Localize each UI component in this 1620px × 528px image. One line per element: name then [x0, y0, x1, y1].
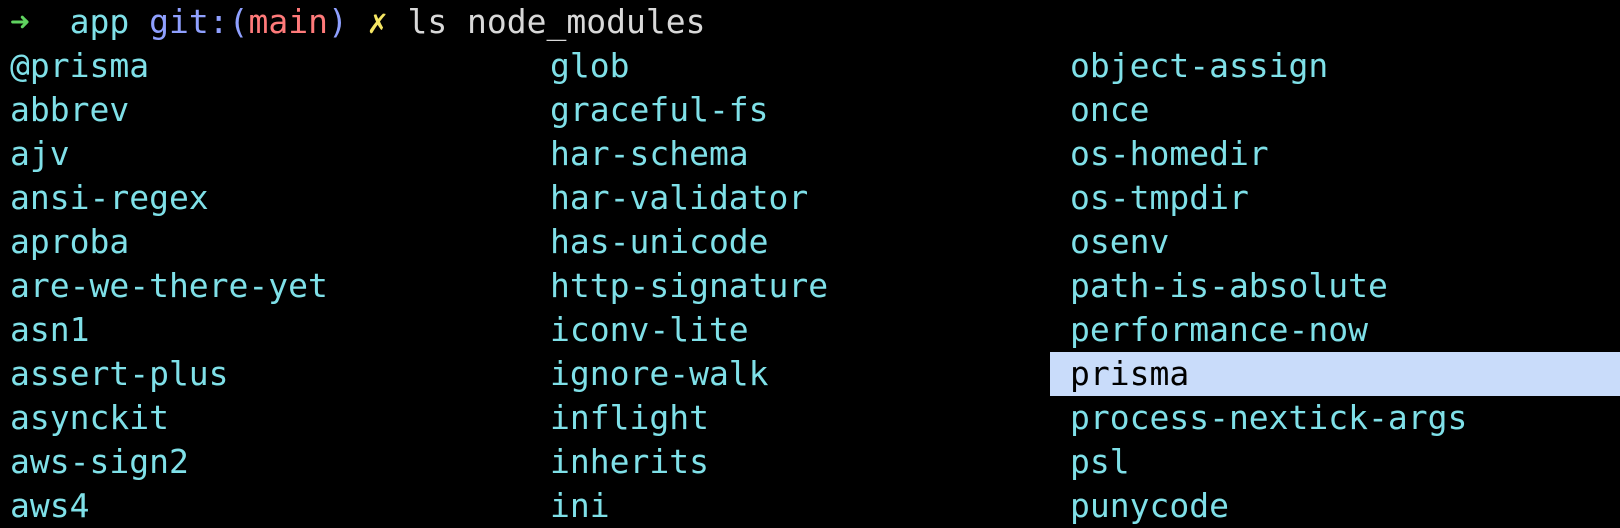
list-item: assert-plus [10, 354, 229, 393]
list-item: graceful-fs [550, 90, 769, 129]
list-item: process-nextick-args [1070, 398, 1468, 437]
list-item: osenv [1070, 222, 1170, 261]
list-item: are-we-there-yet [10, 266, 328, 305]
list-item: os-tmpdir [1070, 178, 1249, 217]
list-item: asynckit [10, 398, 169, 437]
git-label: git: [149, 2, 229, 41]
list-item: path-is-absolute [1070, 266, 1388, 305]
list-item: once [1070, 90, 1150, 129]
list-item: has-unicode [550, 222, 769, 261]
list-item: os-homedir [1070, 134, 1269, 173]
listing-column-3: object-assign once os-homedir os-tmpdir … [1050, 44, 1620, 528]
list-item: har-validator [550, 178, 809, 217]
list-item: har-schema [550, 134, 749, 173]
list-item: inherits [550, 442, 709, 481]
selected-list-item[interactable]: prisma [1050, 352, 1620, 396]
dirty-marker-icon: ✗ [367, 2, 388, 41]
list-item: inflight [550, 398, 709, 437]
list-item: abbrev [10, 90, 130, 129]
listing-column-2: glob graceful-fs har-schema har-validato… [550, 44, 828, 528]
paren-close: ) [327, 2, 348, 41]
list-item: ini [550, 486, 610, 525]
list-item: asn1 [10, 310, 90, 349]
paren-open: ( [228, 2, 249, 41]
list-item: ajv [10, 134, 70, 173]
list-item: http-signature [550, 266, 829, 305]
list-item: aws-sign2 [10, 442, 189, 481]
list-item: object-assign [1070, 46, 1329, 85]
listing-column-1: @prisma abbrev ajv ansi-regex aproba are… [10, 44, 328, 528]
prompt-arrow-icon: ➜ [10, 2, 30, 41]
list-item: @prisma [10, 46, 150, 85]
current-directory: app [69, 2, 130, 41]
terminal-window[interactable]: ➜ app git:(main) ✗ ls node_modules @pris… [0, 0, 1620, 525]
list-item: iconv-lite [550, 310, 749, 349]
list-item: glob [550, 46, 630, 85]
list-item: ignore-walk [550, 354, 769, 393]
list-item: aproba [10, 222, 130, 261]
list-item: punycode [1070, 486, 1229, 525]
git-branch: main [248, 2, 328, 41]
list-item: aws4 [10, 486, 90, 525]
command-text: ls node_modules [407, 2, 706, 41]
list-item: psl [1070, 442, 1130, 481]
list-item: ansi-regex [10, 178, 209, 217]
list-item: performance-now [1070, 310, 1369, 349]
shell-prompt: ➜ app git:(main) ✗ ls node_modules [10, 0, 705, 44]
